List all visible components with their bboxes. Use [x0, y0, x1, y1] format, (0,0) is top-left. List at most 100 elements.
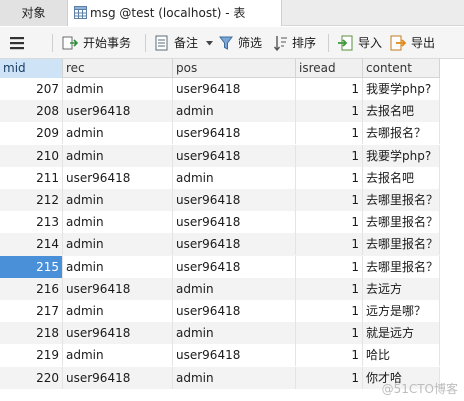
cell-rec[interactable]: admin — [63, 233, 173, 256]
cell-isread[interactable]: 1 — [296, 144, 363, 167]
cell-content[interactable]: 去远方 — [363, 277, 440, 300]
cell-content[interactable]: 去哪里报名？ — [363, 255, 440, 278]
cell-isread[interactable]: 1 — [296, 166, 363, 189]
cell-rec[interactable]: user96418 — [63, 277, 173, 300]
cell-content[interactable]: 哈比 — [363, 344, 440, 367]
cell-mid[interactable]: 215 — [0, 255, 63, 278]
table-row[interactable]: 213 admin user96418 1 去哪里报名？ — [0, 211, 440, 234]
cell-pos[interactable]: user96418 — [173, 122, 296, 145]
table-row[interactable]: 210 admin user96418 1 我要学php? — [0, 144, 440, 167]
cell-pos[interactable]: user96418 — [173, 233, 296, 256]
column-header-pos[interactable]: pos — [173, 59, 296, 78]
cell-rec[interactable]: user96418 — [63, 100, 173, 123]
cell-pos[interactable]: user96418 — [173, 211, 296, 234]
tab-msg-table[interactable]: msg @test (localhost) - 表 — [68, 0, 282, 26]
cell-content[interactable]: 去哪里报名？ — [363, 211, 440, 234]
cell-mid[interactable]: 218 — [0, 322, 63, 345]
cell-rec[interactable]: admin — [63, 189, 173, 211]
table-row[interactable]: 212 admin user96418 1 去哪里报名？ — [0, 189, 440, 212]
begin-transaction-button[interactable]: 开始事务 — [62, 27, 142, 59]
cell-mid[interactable]: 217 — [0, 300, 63, 322]
toolbar: 开始事务 备注 筛选 排序 导入 导出 — [0, 27, 464, 59]
cell-isread[interactable]: 1 — [296, 189, 363, 211]
column-header-mid[interactable]: mid — [0, 59, 63, 78]
table-row[interactable]: 219 admin user96418 1 哈比 — [0, 344, 440, 367]
cell-content[interactable]: 我要学php? — [363, 78, 440, 100]
cell-mid[interactable]: 216 — [0, 277, 63, 300]
tab-bar: 对象 msg @test (localhost) - 表 — [0, 0, 464, 26]
menu-button[interactable] — [10, 27, 30, 59]
cell-pos[interactable]: user96418 — [173, 300, 296, 322]
cell-pos[interactable]: user96418 — [173, 344, 296, 367]
cell-content[interactable]: 去报名吧 — [363, 166, 440, 189]
cell-mid[interactable]: 213 — [0, 211, 63, 234]
sort-button[interactable]: 排序 — [274, 27, 320, 59]
cell-isread[interactable]: 1 — [296, 122, 363, 145]
column-header-isread[interactable]: isread — [296, 59, 363, 78]
cell-isread[interactable]: 1 — [296, 100, 363, 123]
cell-isread[interactable]: 1 — [296, 277, 363, 300]
tab-objects[interactable]: 对象 — [0, 0, 68, 26]
cell-rec[interactable]: admin — [63, 211, 173, 234]
cell-content[interactable]: 去哪里报名？ — [363, 189, 440, 211]
cell-mid[interactable]: 210 — [0, 144, 63, 167]
cell-isread[interactable]: 1 — [296, 78, 363, 100]
cell-rec[interactable]: user96418 — [63, 366, 173, 389]
cell-pos[interactable]: admin — [173, 166, 296, 189]
filter-button[interactable]: 筛选 — [219, 27, 265, 59]
import-icon — [338, 35, 353, 51]
cell-pos[interactable]: user96418 — [173, 189, 296, 211]
cell-isread[interactable]: 1 — [296, 344, 363, 367]
cell-rec[interactable]: admin — [63, 255, 173, 278]
cell-mid[interactable]: 220 — [0, 366, 63, 389]
cell-mid[interactable]: 219 — [0, 344, 63, 367]
cell-content[interactable]: 去哪里报名？ — [363, 233, 440, 256]
cell-isread[interactable]: 1 — [296, 211, 363, 234]
table-row[interactable]: 217 admin user96418 1 远方是哪？ — [0, 300, 440, 322]
cell-rec[interactable]: admin — [63, 78, 173, 100]
import-button[interactable]: 导入 — [337, 27, 385, 59]
cell-isread[interactable]: 1 — [296, 366, 363, 389]
table-row[interactable]: 208 user96418 admin 1 去报名吧 — [0, 100, 440, 123]
cell-rec[interactable]: admin — [63, 344, 173, 367]
cell-mid[interactable]: 214 — [0, 233, 63, 256]
cell-content[interactable]: 去哪报名？ — [363, 122, 440, 145]
table-row[interactable]: 214 admin user96418 1 去哪里报名？ — [0, 233, 440, 256]
table-row[interactable]: 218 user96418 admin 1 就是远方 — [0, 322, 440, 345]
cell-pos[interactable]: admin — [173, 277, 296, 300]
cell-pos[interactable]: user96418 — [173, 144, 296, 167]
cell-pos[interactable]: user96418 — [173, 255, 296, 278]
cell-mid[interactable]: 209 — [0, 122, 63, 145]
table-row[interactable]: 216 user96418 admin 1 去远方 — [0, 277, 440, 300]
table-row[interactable]: 207 admin user96418 1 我要学php? — [0, 78, 440, 100]
table-row[interactable]: 220 user96418 admin 1 你才哈 — [0, 366, 440, 389]
cell-content[interactable]: 我要学php? — [363, 144, 440, 167]
cell-rec[interactable]: admin — [63, 300, 173, 322]
memo-button[interactable]: 备注 — [155, 27, 215, 59]
cell-mid[interactable]: 207 — [0, 78, 63, 100]
export-button[interactable]: 导出 — [390, 27, 440, 59]
cell-rec[interactable]: user96418 — [63, 322, 173, 345]
cell-content[interactable]: 去报名吧 — [363, 100, 440, 123]
table-row[interactable]: 215 admin user96418 1 去哪里报名？ — [0, 255, 440, 278]
column-header-rec[interactable]: rec — [63, 59, 173, 78]
cell-isread[interactable]: 1 — [296, 233, 363, 256]
cell-content[interactable]: 远方是哪？ — [363, 300, 440, 322]
cell-isread[interactable]: 1 — [296, 322, 363, 345]
cell-mid[interactable]: 208 — [0, 100, 63, 123]
table-row[interactable]: 211 user96418 admin 1 去报名吧 — [0, 166, 440, 189]
cell-rec[interactable]: admin — [63, 144, 173, 167]
cell-pos[interactable]: admin — [173, 322, 296, 345]
cell-pos[interactable]: admin — [173, 366, 296, 389]
cell-mid[interactable]: 212 — [0, 189, 63, 211]
cell-mid[interactable]: 211 — [0, 166, 63, 189]
cell-pos[interactable]: admin — [173, 100, 296, 123]
cell-isread[interactable]: 1 — [296, 300, 363, 322]
cell-rec[interactable]: admin — [63, 122, 173, 145]
cell-rec[interactable]: user96418 — [63, 166, 173, 189]
cell-isread[interactable]: 1 — [296, 255, 363, 278]
column-header-content[interactable]: content — [363, 59, 440, 78]
table-row[interactable]: 209 admin user96418 1 去哪报名？ — [0, 122, 440, 145]
cell-pos[interactable]: user96418 — [173, 78, 296, 100]
cell-content[interactable]: 就是远方 — [363, 322, 440, 345]
